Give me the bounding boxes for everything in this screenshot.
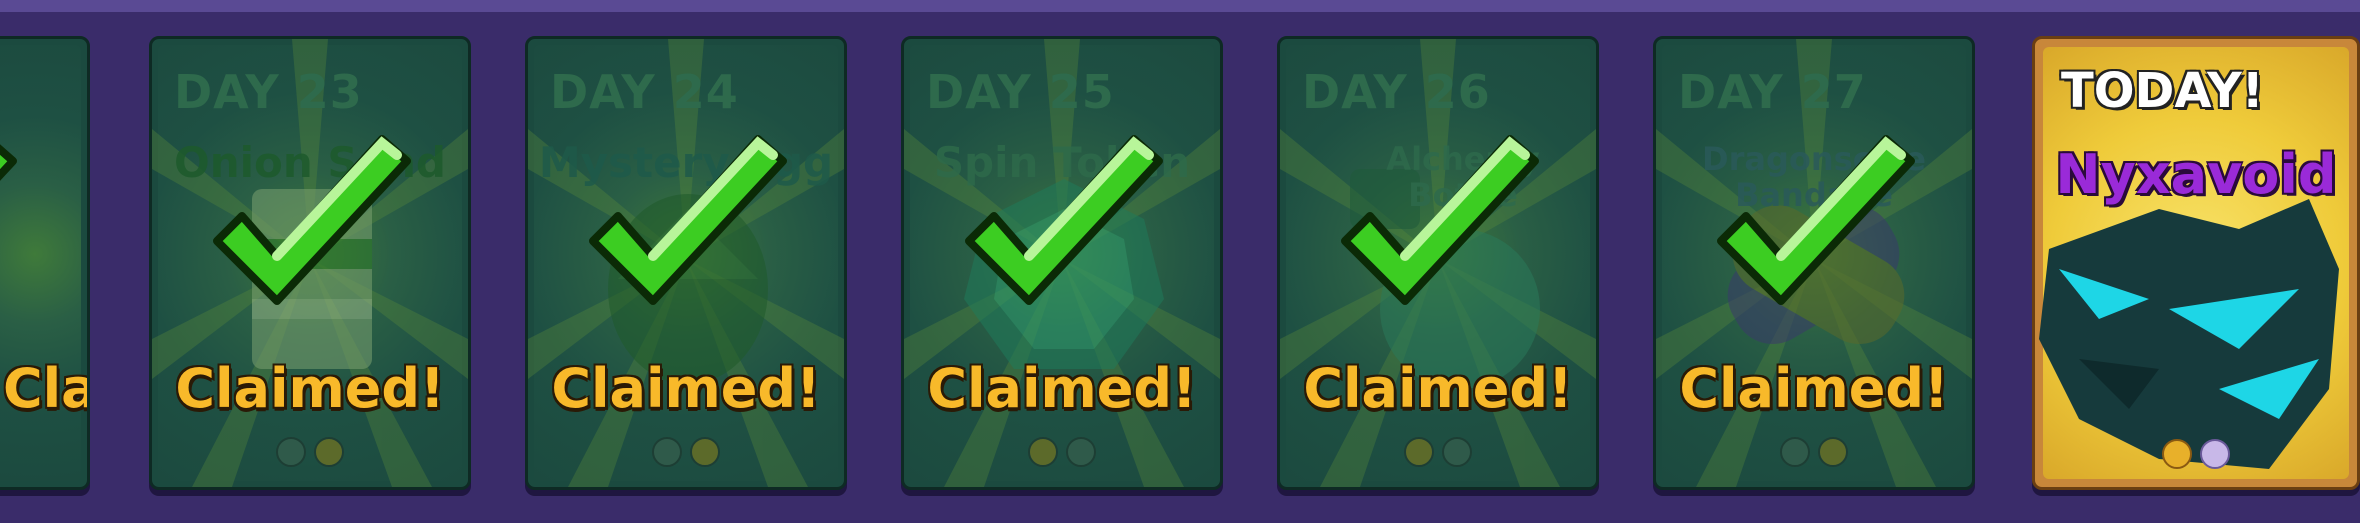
dot bbox=[2200, 439, 2230, 469]
reward-card-partial[interactable]: Claimed! bbox=[0, 36, 90, 490]
pager-dots bbox=[2035, 439, 2357, 473]
reward-card-day-23[interactable]: DAY 23 Onion Sand Claimed! bbox=[149, 36, 471, 490]
day-label: DAY 25 bbox=[926, 65, 1115, 119]
reward-card-day-27[interactable]: DAY 27 Dragonscale Bandage Claimed! bbox=[1653, 36, 1975, 490]
day-label: DAY 27 bbox=[1678, 65, 1867, 119]
pager-dots bbox=[528, 437, 844, 471]
reward-card-day-26[interactable]: DAY 26 Alchemy Bottle Claimed! bbox=[1277, 36, 1599, 490]
dot bbox=[690, 437, 720, 467]
reward-card-today[interactable]: TODAY! Nyxavoid bbox=[2032, 36, 2360, 490]
claimed-label: Claimed! bbox=[175, 357, 445, 420]
claimed-label: Claimed! bbox=[1303, 357, 1573, 420]
claimed-label: Claimed! bbox=[3, 357, 87, 420]
dot bbox=[314, 437, 344, 467]
dot bbox=[1818, 437, 1848, 467]
checkmark-icon bbox=[0, 144, 17, 181]
reward-name: Nyxavoid bbox=[2055, 143, 2337, 206]
reward-card-day-24[interactable]: DAY 24 Mystery Egg Claimed! bbox=[525, 36, 847, 490]
dot bbox=[2162, 439, 2192, 469]
dot bbox=[1028, 437, 1058, 467]
pager-dots bbox=[1280, 437, 1596, 471]
dot bbox=[276, 437, 306, 467]
day-label: DAY 24 bbox=[550, 65, 739, 119]
dot bbox=[1066, 437, 1096, 467]
pager-dots bbox=[1656, 437, 1972, 471]
today-label: TODAY! bbox=[2061, 63, 2264, 119]
checkmark-icon bbox=[1717, 135, 1915, 305]
dragon-icon bbox=[2039, 199, 2339, 469]
claimed-label: Claimed! bbox=[1679, 357, 1949, 420]
day-label: DAY 23 bbox=[174, 65, 363, 119]
pager-dots bbox=[904, 437, 1220, 471]
dot bbox=[1404, 437, 1434, 467]
pager-dots bbox=[152, 437, 468, 471]
top-border bbox=[0, 0, 2360, 12]
checkmark-icon bbox=[589, 135, 787, 305]
dot bbox=[652, 437, 682, 467]
reward-card-day-25[interactable]: DAY 25 Spin Token Claimed! bbox=[901, 36, 1223, 490]
dot bbox=[1442, 437, 1472, 467]
dot bbox=[1780, 437, 1810, 467]
claimed-label: Claimed! bbox=[551, 357, 821, 420]
day-label: DAY 26 bbox=[1302, 65, 1491, 119]
checkmark-icon bbox=[1341, 135, 1539, 305]
claimed-label: Claimed! bbox=[927, 357, 1197, 420]
checkmark-icon bbox=[965, 135, 1163, 305]
checkmark-icon bbox=[213, 135, 411, 305]
